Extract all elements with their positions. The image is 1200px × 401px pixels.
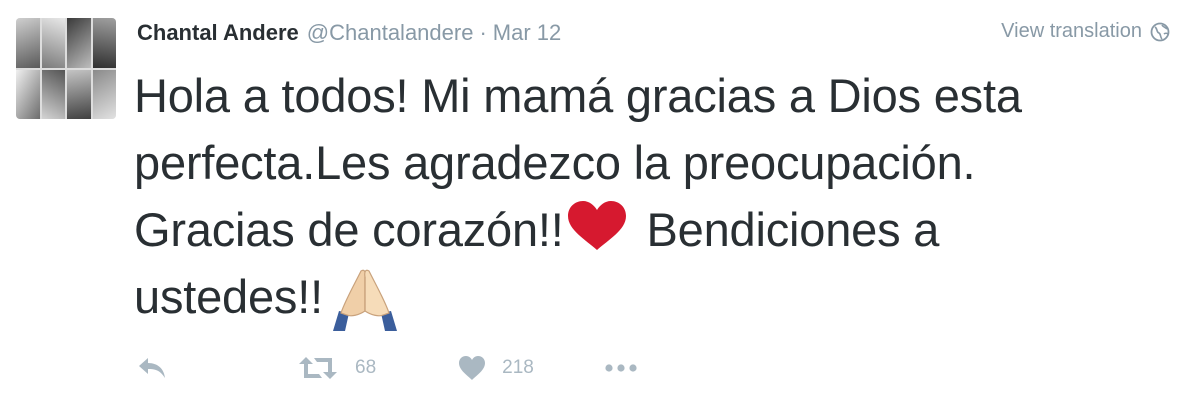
avatar-photo-1 (16, 18, 40, 68)
avatar[interactable] (16, 18, 116, 119)
avatar-photo-3 (67, 18, 91, 68)
retweet-button[interactable]: 68 (297, 355, 376, 381)
like-count: 218 (502, 357, 534, 378)
heart-emoji-icon (567, 201, 626, 250)
tweet-text-line-1: Hola a todos! Mi mamá gracias a Dios est… (134, 69, 1022, 122)
tweet-card: Chantal Andere @Chantalandere · Mar 12 V… (0, 0, 1200, 401)
avatar-photo-2 (41, 18, 65, 68)
more-icon (605, 364, 637, 372)
separator-dot: · (479, 20, 487, 45)
view-translation-link[interactable]: View translation (1001, 20, 1170, 43)
like-button[interactable]: 218 (458, 355, 534, 381)
tweet-text-line-4a: ustedes!! (134, 270, 323, 323)
tweet-text: Hola a todos! Mi mamá gracias a Dios est… (134, 62, 1174, 333)
tweet-text-line-4: ustedes!! (134, 263, 1174, 333)
author-handle[interactable]: @Chantalandere (307, 20, 474, 46)
avatar-photo-7 (67, 69, 91, 119)
reply-icon (139, 358, 165, 378)
praying-hands-emoji-icon (332, 269, 397, 331)
tweet-actions: 68 218 (137, 350, 638, 386)
retweet-count: 68 (355, 357, 377, 378)
tweet-text-line-3a: Gracias de corazón!! (134, 203, 564, 256)
reply-button[interactable] (137, 355, 167, 381)
retweet-icon (299, 357, 337, 379)
tweet-text-line-3b: Bendiciones a (633, 203, 940, 256)
globe-icon (1150, 22, 1170, 41)
tweet-text-line-3: Gracias de corazón!! Bendiciones a (134, 196, 1174, 263)
author-name[interactable]: Chantal Andere (137, 20, 299, 46)
avatar-photo-6 (41, 69, 65, 119)
tweet-header: Chantal Andere @Chantalandere · Mar 12 (137, 20, 561, 50)
more-button[interactable] (604, 363, 638, 373)
tweet-text-line-2: perfecta.Les agradezco la preocupación. (134, 136, 976, 189)
avatar-photo-4 (92, 18, 116, 68)
view-translation-label: View translation (1001, 20, 1142, 42)
heart-icon (459, 356, 486, 380)
tweet-date[interactable]: Mar 12 (493, 20, 561, 46)
avatar-photo-8 (92, 69, 116, 119)
avatar-photo-5 (16, 69, 40, 119)
